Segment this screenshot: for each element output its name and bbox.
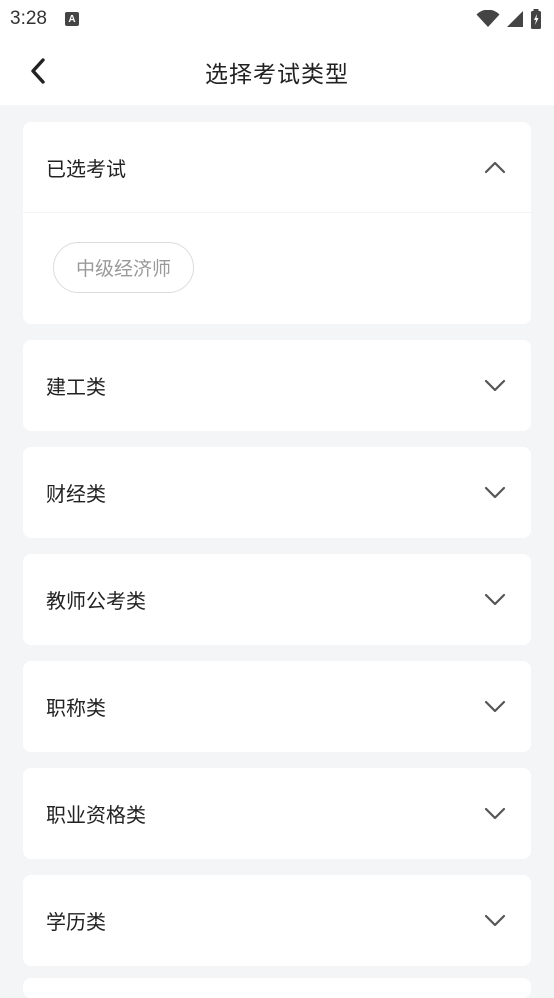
category-label: 教师公考类 — [46, 589, 146, 613]
category-card-teacher: 教师公考类 — [23, 554, 531, 645]
signal-icon — [507, 11, 523, 27]
app-bar: 选择考试类型 — [0, 38, 554, 105]
category-header-qualification[interactable]: 职业资格类 — [23, 768, 531, 859]
battery-icon — [531, 9, 541, 29]
chevron-down-icon — [483, 695, 507, 719]
selected-exams-card: 已选考试 中级经济师 — [23, 122, 531, 324]
category-label: 学历类 — [46, 910, 106, 934]
category-card-construction: 建工类 — [23, 340, 531, 431]
category-label: 财经类 — [46, 482, 106, 506]
chevron-down-icon — [483, 802, 507, 826]
category-label: 建工类 — [46, 375, 106, 399]
category-header-construction[interactable]: 建工类 — [23, 340, 531, 431]
category-card-finance: 财经类 — [23, 447, 531, 538]
category-label: 职称类 — [46, 696, 106, 720]
category-header-teacher[interactable]: 教师公考类 — [23, 554, 531, 645]
category-header-finance[interactable]: 财经类 — [23, 447, 531, 538]
next-category-card-partial[interactable] — [23, 978, 531, 998]
chevron-down-icon — [483, 588, 507, 612]
category-header-education[interactable]: 学历类 — [23, 875, 531, 966]
chevron-left-icon — [31, 58, 45, 84]
category-header-title[interactable]: 职称类 — [23, 661, 531, 752]
page-title: 选择考试类型 — [205, 61, 349, 88]
category-label: 职业资格类 — [46, 803, 146, 827]
category-card-education: 学历类 — [23, 875, 531, 966]
chevron-down-icon — [483, 374, 507, 398]
selected-exam-chip[interactable]: 中级经济师 — [53, 242, 195, 293]
selected-exams-header[interactable]: 已选考试 — [23, 122, 531, 213]
category-card-qualification: 职业资格类 — [23, 768, 531, 859]
exam-type-list: 已选考试 中级经济师 建工类 财经类 教师公考类 职称类 职业资格类 学历类 — [23, 122, 531, 982]
chevron-down-icon — [483, 909, 507, 933]
selected-exams-title: 已选考试 — [46, 156, 126, 181]
category-card-title: 职称类 — [23, 661, 531, 752]
chevron-up-icon — [483, 155, 507, 179]
chevron-down-icon — [483, 481, 507, 505]
status-bar: 3:28 A — [0, 0, 554, 38]
notification-icon: A — [64, 12, 79, 26]
status-time: 3:28 — [10, 8, 47, 29]
status-icons — [476, 9, 542, 29]
back-button[interactable] — [22, 54, 54, 88]
selected-exams-body: 中级经济师 — [23, 213, 531, 324]
wifi-icon — [476, 10, 500, 27]
